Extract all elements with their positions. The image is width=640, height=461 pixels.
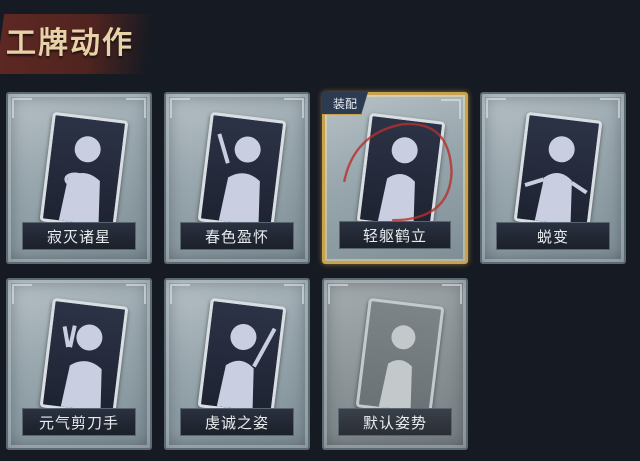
- equipped-badge: 装配: [322, 92, 368, 115]
- pose-card-label: 寂灭诸星: [22, 222, 136, 250]
- pose-card-5[interactable]: 元气剪刀手: [6, 278, 152, 450]
- frame-ornament: [486, 98, 506, 118]
- pose-card-6[interactable]: 虔诚之姿: [164, 278, 310, 450]
- pose-card-label: 虔诚之姿: [180, 408, 294, 436]
- pose-card-3[interactable]: 装配 轻躯鹤立: [322, 92, 468, 264]
- pose-silhouette-icon: [356, 112, 446, 232]
- pose-silhouette-icon: [39, 111, 129, 231]
- pose-card-label: 蜕变: [496, 222, 610, 250]
- pose-silhouette-icon: [197, 111, 287, 231]
- frame-ornament: [284, 98, 304, 118]
- pose-card-4[interactable]: 蜕变: [480, 92, 626, 264]
- pose-card-2[interactable]: 春色盈怀: [164, 92, 310, 264]
- frame-ornament: [442, 284, 462, 304]
- pose-card-label: 轻躯鹤立: [339, 221, 451, 249]
- pose-silhouette-icon: [513, 111, 603, 231]
- frame-ornament: [170, 98, 190, 118]
- pose-silhouette-icon: [197, 297, 287, 417]
- pose-silhouette-icon: [355, 297, 445, 417]
- pose-card-7[interactable]: 默认姿势: [322, 278, 468, 450]
- frame-ornament: [126, 98, 146, 118]
- pose-card-label: 元气剪刀手: [22, 408, 136, 436]
- pose-card-1[interactable]: 寂灭诸星: [6, 92, 152, 264]
- frame-ornament: [328, 284, 348, 304]
- frame-ornament: [12, 98, 32, 118]
- frame-ornament: [126, 284, 146, 304]
- page-title: 工牌动作: [6, 26, 134, 61]
- frame-ornament: [441, 99, 461, 119]
- pose-silhouette-icon: [39, 297, 129, 417]
- pose-card-label: 春色盈怀: [180, 222, 294, 250]
- frame-ornament: [284, 284, 304, 304]
- frame-ornament: [170, 284, 190, 304]
- frame-ornament: [600, 98, 620, 118]
- frame-ornament: [12, 284, 32, 304]
- pose-card-label: 默认姿势: [338, 408, 452, 436]
